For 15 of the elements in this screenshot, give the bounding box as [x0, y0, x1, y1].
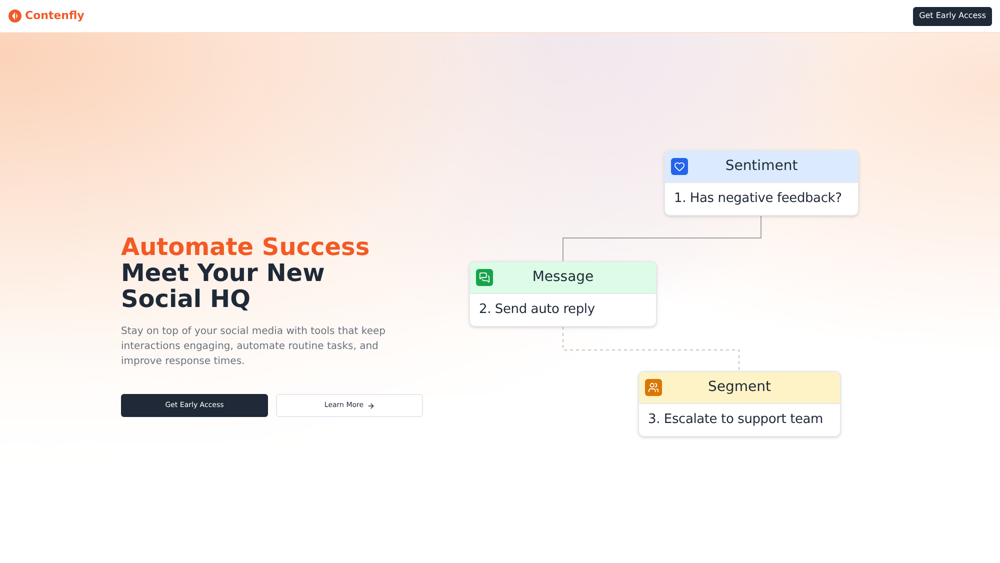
hero-title: Meet Your New Social HQ	[121, 260, 326, 312]
chat-icon	[476, 269, 493, 286]
users-icon	[645, 379, 662, 396]
node-step: 3. Escalate to support team	[648, 410, 823, 430]
node-step: 1. Has negative feedback?	[674, 189, 842, 209]
node-title: Message	[531, 268, 595, 287]
brand-name: Contenfly	[25, 8, 84, 24]
early-access-button[interactable]: Get Early Access	[913, 6, 992, 26]
hero-accent: Automate Success	[121, 234, 371, 260]
hero-text: Stay on top of your social media with tools that keep interactions engaging, automate routine tasks, and improve response times.	[121, 325, 386, 369]
arrow-icon	[366, 402, 375, 410]
node-title: Sentiment	[724, 157, 799, 176]
node-step: 2. Send auto reply	[479, 300, 595, 320]
logo-icon	[8, 9, 22, 23]
node-title: Segment	[707, 378, 772, 397]
